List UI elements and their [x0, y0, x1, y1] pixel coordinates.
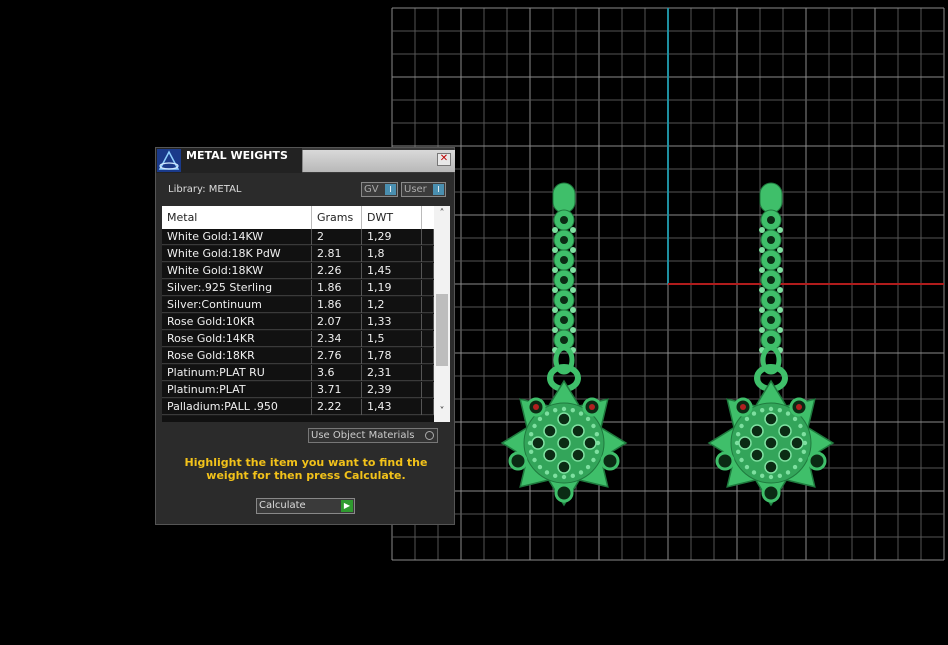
dwt-cell: 1,2 [362, 297, 422, 313]
table-row[interactable]: Rose Gold:14KR 2.34 1,5 [162, 331, 434, 347]
spacer-cell [422, 314, 434, 330]
play-arrow-icon: ▶ [341, 500, 353, 512]
user-toggle-indicator: I [433, 184, 444, 195]
metal-cell: White Gold:18K PdW [162, 246, 312, 262]
grams-cell: 2.81 [312, 246, 362, 262]
dwt-cell: 1,43 [362, 399, 422, 415]
grams-cell: 2.22 [312, 399, 362, 415]
metal-weights-panel: METAL WEIGHTS ✕ Library: METAL GV I User… [155, 147, 455, 525]
column-header-grams[interactable]: Grams [312, 206, 362, 229]
dwt-cell: 2,31 [362, 365, 422, 381]
scroll-down-icon[interactable]: ˅ [434, 406, 450, 420]
dwt-cell: 1,19 [362, 280, 422, 296]
spacer-cell [422, 229, 434, 245]
table-scrollbar[interactable]: ˄ ˅ [434, 206, 450, 422]
spacer-cell [422, 348, 434, 364]
grams-cell: 3.6 [312, 365, 362, 381]
table-row[interactable]: Rose Gold:10KR 2.07 1,33 [162, 314, 434, 330]
scroll-thumb[interactable] [436, 294, 448, 366]
dwt-cell: 2,39 [362, 382, 422, 398]
grams-cell: 1.86 [312, 280, 362, 296]
grams-cell: 1.86 [312, 297, 362, 313]
table-row[interactable]: Platinum:PLAT RU 3.6 2,31 [162, 365, 434, 381]
3d-viewport[interactable] [0, 0, 948, 645]
radio-icon[interactable] [425, 431, 434, 440]
spacer-cell [422, 399, 434, 415]
spacer-cell [422, 280, 434, 296]
table-row[interactable]: Rose Gold:18KR 2.76 1,78 [162, 348, 434, 364]
table-row[interactable]: Palladium:PALL .950 2.22 1,43 [162, 399, 434, 415]
metal-cell: Platinum:PLAT [162, 382, 312, 398]
user-toggle[interactable]: User I [401, 182, 446, 197]
scroll-up-icon[interactable]: ˄ [434, 208, 450, 222]
grams-cell: 2.76 [312, 348, 362, 364]
library-label: Library: METAL [168, 184, 242, 195]
metal-cell: Platinum:PLAT RU [162, 365, 312, 381]
use-object-materials-label: Use Object Materials [311, 430, 415, 441]
spacer-cell [422, 297, 434, 313]
calculate-button[interactable]: Calculate ▶ [256, 498, 355, 514]
table-row[interactable]: Silver:.925 Sterling 1.86 1,19 [162, 280, 434, 296]
table-row[interactable]: White Gold:18K PdW 2.81 1,8 [162, 246, 434, 262]
panel-title: METAL WEIGHTS [186, 149, 288, 162]
app-logo-icon [157, 149, 181, 172]
use-object-materials-option[interactable]: Use Object Materials [308, 428, 438, 443]
metal-table: Metal Grams DWT White Gold:14KW 2 1,29 Whit… [162, 206, 450, 422]
grams-cell: 3.71 [312, 382, 362, 398]
dwt-cell: 1,5 [362, 331, 422, 347]
metal-cell: Rose Gold:18KR [162, 348, 312, 364]
dwt-cell: 1,29 [362, 229, 422, 245]
spacer-cell [422, 263, 434, 279]
dwt-cell: 1,33 [362, 314, 422, 330]
metal-cell: White Gold:14KW [162, 229, 312, 245]
earring-model-left[interactable] [500, 182, 628, 507]
grams-cell: 2 [312, 229, 362, 245]
gv-toggle-label: GV [364, 184, 379, 195]
spacer-cell [422, 331, 434, 347]
column-header-dwt[interactable]: DWT [362, 206, 422, 229]
grams-cell: 2.26 [312, 263, 362, 279]
gv-toggle[interactable]: GV I [361, 182, 398, 197]
metal-cell: Rose Gold:14KR [162, 331, 312, 347]
table-row[interactable]: White Gold:14KW 2 1,29 [162, 229, 434, 245]
table-row-partial [162, 416, 434, 422]
user-toggle-label: User [404, 184, 427, 195]
spacer-cell [422, 365, 434, 381]
close-button[interactable]: ✕ [437, 153, 451, 166]
dwt-cell: 1,78 [362, 348, 422, 364]
column-header-metal[interactable]: Metal [162, 206, 312, 229]
metal-cell: Rose Gold:10KR [162, 314, 312, 330]
close-icon: ✕ [439, 153, 449, 164]
instructions-text: Highlight the item you want to find the … [184, 456, 428, 482]
earring-model-right[interactable] [707, 182, 835, 507]
spacer-cell [422, 382, 434, 398]
gv-toggle-indicator: I [385, 184, 396, 195]
dwt-cell: 1,45 [362, 263, 422, 279]
metal-cell: Palladium:PALL .950 [162, 399, 312, 415]
grams-cell: 2.07 [312, 314, 362, 330]
spacer-cell [422, 246, 434, 262]
panel-titlebar[interactable]: METAL WEIGHTS ✕ [156, 148, 455, 173]
table-row[interactable]: White Gold:18KW 2.26 1,45 [162, 263, 434, 279]
table-header: Metal Grams DWT [162, 206, 434, 229]
metal-cell: White Gold:18KW [162, 263, 312, 279]
table-row[interactable]: Platinum:PLAT 3.71 2,39 [162, 382, 434, 398]
grams-cell: 2.34 [312, 331, 362, 347]
dwt-cell: 1,8 [362, 246, 422, 262]
metal-cell: Silver:Continuum [162, 297, 312, 313]
metal-cell: Silver:.925 Sterling [162, 280, 312, 296]
table-row[interactable]: Silver:Continuum 1.86 1,2 [162, 297, 434, 313]
calculate-label: Calculate [259, 500, 306, 511]
